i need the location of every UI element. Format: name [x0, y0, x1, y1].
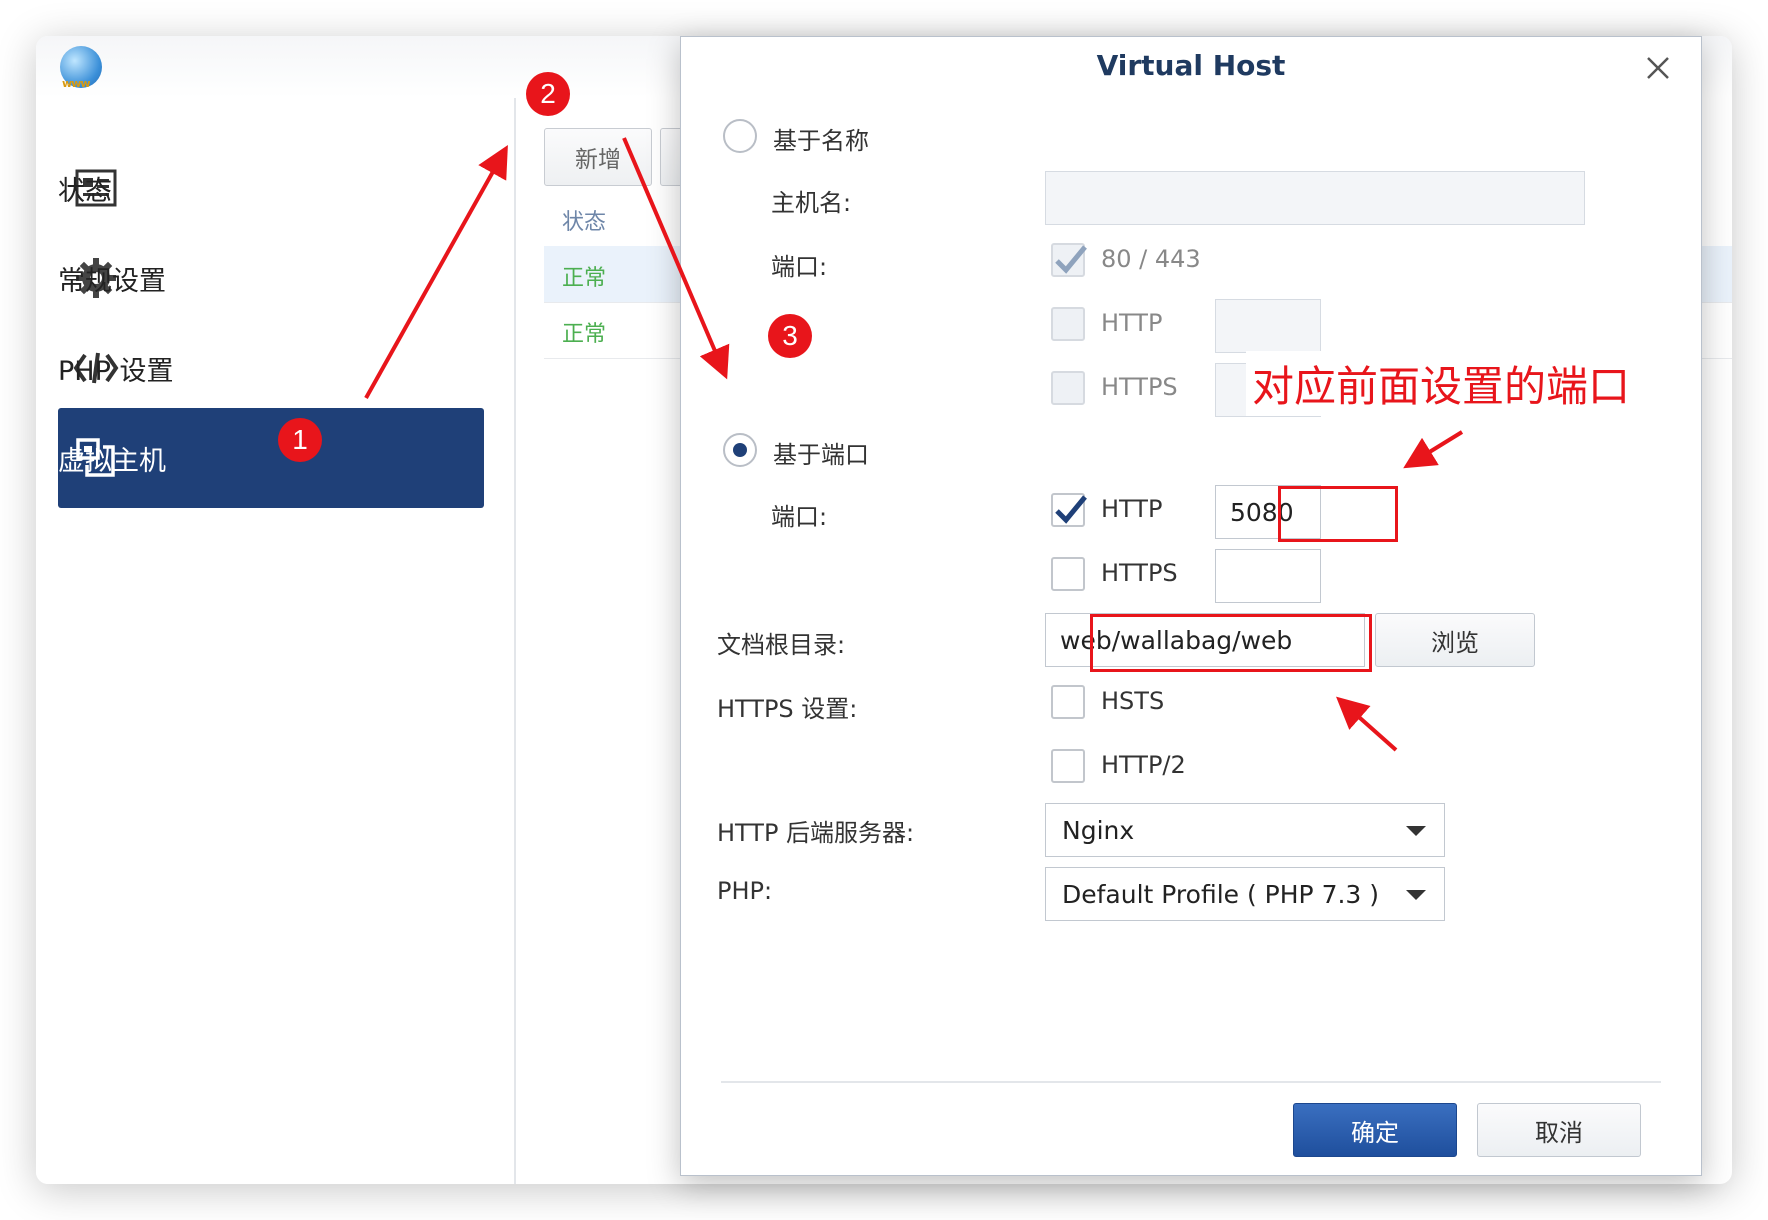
step-badge-2: 2 — [526, 72, 570, 116]
name-based-http-port-input[interactable] — [1215, 299, 1321, 353]
name-based-https-label: HTTPS — [1101, 373, 1178, 401]
sidebar-item-label: PHP 设置 — [58, 355, 174, 387]
backend-server-label: HTTP 后端服务器: — [717, 819, 915, 847]
port-based-label: 基于端口 — [773, 441, 869, 469]
name-based-http-checkbox[interactable] — [1051, 307, 1085, 341]
sidebar-item-general-settings[interactable]: 常规设置 — [58, 228, 484, 328]
port-based-port-label: 端口: — [771, 503, 828, 531]
app-icon-text: www — [62, 77, 90, 90]
hsts-checkbox[interactable] — [1051, 685, 1085, 719]
cancel-button[interactable]: 取消 — [1477, 1103, 1641, 1157]
backend-server-value: Nginx — [1062, 815, 1135, 845]
doc-root-label: 文档根目录: — [717, 631, 846, 659]
port-based-http-checkbox[interactable] — [1051, 493, 1087, 527]
port-based-https-label: HTTPS — [1101, 559, 1178, 587]
sidebar-item-virtual-host[interactable]: 虚拟主机 — [58, 408, 484, 508]
sidebar-item-status[interactable]: 状态 — [58, 138, 484, 238]
dialog-title: Virtual Host — [1096, 49, 1286, 82]
https-port-input[interactable] — [1215, 549, 1321, 603]
status-text: 正常 — [562, 266, 607, 291]
virtual-host-dialog: Virtual Host 基于名称 主机名: 端口: 80 / 443 HTTP… — [680, 36, 1702, 1176]
checkmark-icon — [1055, 245, 1087, 274]
backend-server-select[interactable]: Nginx — [1045, 803, 1445, 857]
browse-button[interactable]: 浏览 — [1375, 613, 1535, 667]
highlight-http-port — [1278, 486, 1398, 542]
step-badge-1: 1 — [278, 418, 322, 462]
port-based-https-checkbox[interactable] — [1051, 557, 1085, 591]
column-header-status: 状态 — [562, 210, 607, 235]
default-ports-checkbox[interactable] — [1051, 243, 1087, 277]
sidebar: 状态 常规设置 PHP 设置 虚拟主机 — [36, 98, 514, 1184]
hostname-input[interactable] — [1045, 171, 1585, 225]
name-based-port-label: 端口: — [771, 253, 828, 281]
chevron-down-icon — [1406, 826, 1426, 836]
php-profile-value: Default Profile ( PHP 7.3 ) — [1062, 879, 1380, 909]
name-based-http-label: HTTP — [1101, 309, 1163, 337]
sidebar-item-php-settings[interactable]: PHP 设置 — [58, 318, 484, 418]
port-based-radio[interactable] — [723, 433, 757, 467]
close-icon[interactable] — [1641, 51, 1675, 85]
http2-label: HTTP/2 — [1101, 751, 1186, 779]
web-station-app-icon: www — [60, 46, 102, 90]
status-text: 正常 — [562, 322, 607, 347]
hostname-label: 主机名: — [771, 189, 852, 217]
hsts-label: HSTS — [1101, 687, 1165, 715]
annotation-note: 对应前面设置的端口 — [1246, 351, 1637, 416]
footer-divider — [721, 1081, 1661, 1083]
sidebar-item-label: 虚拟主机 — [58, 445, 166, 477]
name-based-label: 基于名称 — [773, 127, 869, 155]
http2-checkbox[interactable] — [1051, 749, 1085, 783]
php-label: PHP: — [717, 877, 773, 905]
highlight-doc-root — [1090, 614, 1372, 672]
default-ports-label: 80 / 443 — [1101, 245, 1201, 273]
https-settings-label: HTTPS 设置: — [717, 695, 858, 723]
name-based-radio[interactable] — [723, 119, 757, 153]
step-badge-3: 3 — [768, 314, 812, 358]
name-based-https-checkbox[interactable] — [1051, 371, 1085, 405]
port-based-http-label: HTTP — [1101, 495, 1163, 523]
add-button[interactable]: 新增 — [544, 128, 652, 186]
sidebar-item-label: 常规设置 — [58, 265, 166, 297]
checkmark-icon — [1055, 495, 1087, 524]
sidebar-item-label: 状态 — [58, 175, 112, 207]
ok-button[interactable]: 确定 — [1293, 1103, 1457, 1157]
chevron-down-icon — [1406, 890, 1426, 900]
php-profile-select[interactable]: Default Profile ( PHP 7.3 ) — [1045, 867, 1445, 921]
